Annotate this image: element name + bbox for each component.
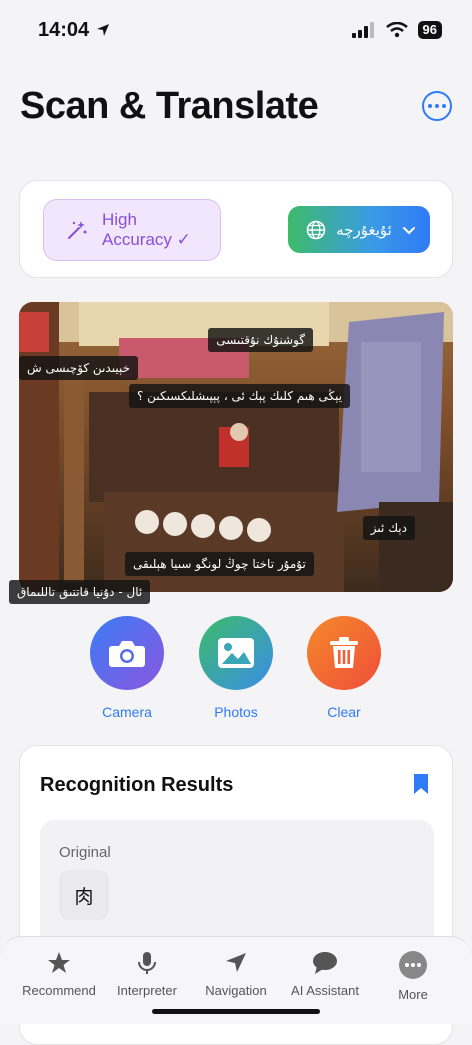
translation-overlay[interactable]: گوشنۇك نۇقتىسى xyxy=(208,328,313,352)
clear-circle[interactable] xyxy=(307,616,381,690)
bookmark-icon[interactable] xyxy=(413,773,429,795)
battery-badge: 96 xyxy=(417,21,442,39)
camera-circle[interactable] xyxy=(90,616,164,690)
globe-icon xyxy=(306,220,326,239)
location-arrow-icon xyxy=(97,24,110,36)
tab-ai-assistant[interactable]: AI Assistant xyxy=(278,951,372,998)
action-row: Camera Photos Clear xyxy=(0,616,472,726)
translation-overlay[interactable]: ئال - دۇنيا قاتتىق تاللىماق xyxy=(9,580,151,604)
camera-icon xyxy=(109,641,145,667)
tab-label: AI Assistant xyxy=(291,983,359,998)
dot-icon xyxy=(428,104,432,108)
more-icon xyxy=(399,951,427,979)
photo-icon xyxy=(218,638,254,668)
signal-icon xyxy=(351,22,374,38)
translation-overlay[interactable]: يېڭى ھىم كلىك پېك ئى ، پېپىشلىكسىكىن ؟ xyxy=(129,384,351,408)
status-bar: 14:04 96 xyxy=(0,0,472,60)
translation-overlay[interactable]: خېيىدىن كۆچىسى ش xyxy=(19,356,138,380)
microphone-icon xyxy=(138,952,156,974)
tab-label: Recommend xyxy=(22,983,96,998)
more-options-button[interactable] xyxy=(422,91,452,121)
trash-icon xyxy=(330,637,358,668)
tab-label: Navigation xyxy=(205,983,267,998)
language-selector[interactable]: ئۇيغۇرچە xyxy=(288,206,430,253)
tab-interpreter[interactable]: Interpreter xyxy=(100,951,194,998)
clear-label: Clear xyxy=(327,704,361,720)
magic-wand-icon xyxy=(68,221,87,239)
star-icon xyxy=(48,952,70,973)
wifi-icon xyxy=(385,22,408,38)
accuracy-label: High Accuracy ✓ xyxy=(102,210,191,250)
camera-label: Camera xyxy=(102,704,152,720)
tab-more[interactable]: More xyxy=(366,951,460,1002)
photos-circle[interactable] xyxy=(199,616,273,690)
dot-icon xyxy=(435,104,439,108)
dot-icon xyxy=(442,104,446,108)
accuracy-line-1: High xyxy=(102,210,137,229)
navigation-arrow-icon xyxy=(226,953,246,972)
home-indicator xyxy=(152,1009,320,1014)
photos-button[interactable]: Photos xyxy=(191,616,281,720)
chat-bubble-icon xyxy=(313,952,337,974)
accuracy-line-2: Accuracy ✓ xyxy=(102,230,191,249)
tab-label: More xyxy=(398,987,428,1002)
original-label: Original xyxy=(59,844,111,861)
tab-label: Interpreter xyxy=(117,983,177,998)
time-label: 14:04 xyxy=(38,18,90,41)
header: Scan & Translate xyxy=(0,78,472,134)
tab-navigation[interactable]: Navigation xyxy=(189,951,283,998)
translation-overlay[interactable]: تۇمۇر تاختا چوڭ لونگو سىيا ھېلىقى xyxy=(125,552,314,576)
status-time: 14:04 xyxy=(38,19,111,42)
options-card: High Accuracy ✓ ئۇيغۇرچە xyxy=(19,180,453,278)
scanned-photo[interactable]: گوشنۇك نۇقتىسى خېيىدىن كۆچىسى ش يېڭى ھىم… xyxy=(19,302,453,592)
translation-overlay[interactable]: دېك ئىز xyxy=(362,516,415,540)
status-icons: 96 xyxy=(351,21,442,39)
page-title: Scan & Translate xyxy=(20,84,319,127)
photos-label: Photos xyxy=(214,704,258,720)
results-title: Recognition Results xyxy=(40,774,234,796)
tab-recommend[interactable]: Recommend xyxy=(12,951,106,998)
camera-button[interactable]: Camera xyxy=(82,616,172,720)
language-label: ئۇيغۇرچە xyxy=(336,221,392,239)
chevron-down-icon xyxy=(403,226,415,234)
high-accuracy-toggle[interactable]: High Accuracy ✓ xyxy=(43,199,221,261)
original-text-chip[interactable]: 肉 xyxy=(59,870,109,920)
clear-button[interactable]: Clear xyxy=(299,616,389,720)
